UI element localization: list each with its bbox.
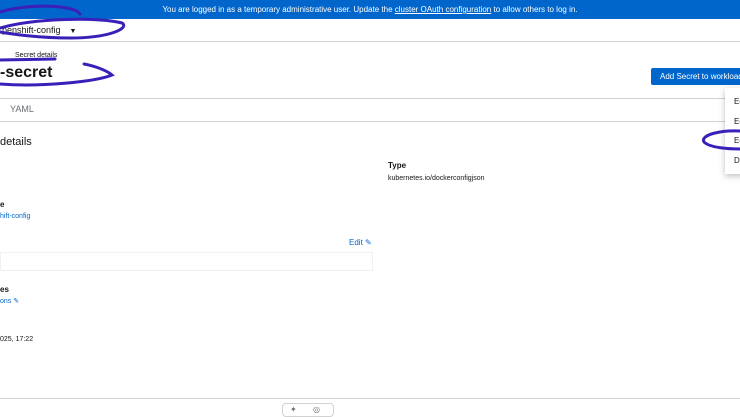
bottom-toolbar: ✦ ◎	[282, 403, 334, 417]
divider	[0, 398, 740, 399]
annotations-link[interactable]: ons ✎	[0, 297, 19, 305]
annotation-overlay	[0, 4, 740, 151]
pencil-icon: ✎	[13, 298, 20, 305]
tabs-bar	[0, 98, 725, 122]
namespace-label: e	[0, 200, 5, 209]
section-title: details	[0, 136, 32, 148]
namespace-link[interactable]: hift-config	[0, 213, 30, 220]
banner-text-end: to allow others to log in.	[491, 5, 578, 14]
labels-field	[0, 252, 373, 271]
project-selector[interactable]: penshift-config ▼	[2, 19, 76, 41]
admin-banner: You are logged in as a temporary adminis…	[0, 0, 740, 19]
menu-item-delete[interactable]: De	[734, 156, 740, 165]
banner-text: You are logged in as a temporary adminis…	[162, 5, 395, 14]
wand-icon[interactable]: ✦	[290, 405, 297, 414]
created-timestamp: 025, 17:22	[0, 336, 34, 343]
pencil-icon: ✎	[365, 238, 372, 247]
type-label: Type	[388, 161, 407, 170]
menu-item-edit-1[interactable]: Ec	[734, 97, 740, 106]
annotation-stroke	[0, 57, 57, 62]
menu-item-edit-2[interactable]: Ec	[734, 117, 740, 126]
annotations-value: ons	[0, 298, 12, 305]
edit-labels-button[interactable]: Edit ✎	[349, 238, 372, 247]
project-name: penshift-config	[2, 25, 61, 35]
breadcrumb-current: Secret details	[15, 52, 58, 59]
project-bar: penshift-config ▼	[0, 19, 740, 42]
type-value: kubernetes.io/dockerconfigjson	[388, 175, 485, 182]
caret-down-icon: ▼	[69, 28, 77, 35]
tab-yaml[interactable]: YAML	[10, 104, 34, 114]
add-secret-to-workload-button[interactable]: Add Secret to workload	[651, 68, 740, 85]
edit-label: Edit	[349, 238, 363, 247]
page-title: -secret	[0, 64, 53, 81]
menu-item-edit-3[interactable]: Ec	[734, 136, 740, 145]
annotations-label: es	[0, 285, 9, 294]
oauth-config-link[interactable]: cluster OAuth configuration	[395, 5, 492, 14]
view-icon[interactable]: ◎	[313, 405, 320, 414]
actions-dropdown-menu: Ec Ec Ec De	[725, 88, 740, 174]
breadcrumb[interactable]: Secret details	[15, 52, 57, 59]
